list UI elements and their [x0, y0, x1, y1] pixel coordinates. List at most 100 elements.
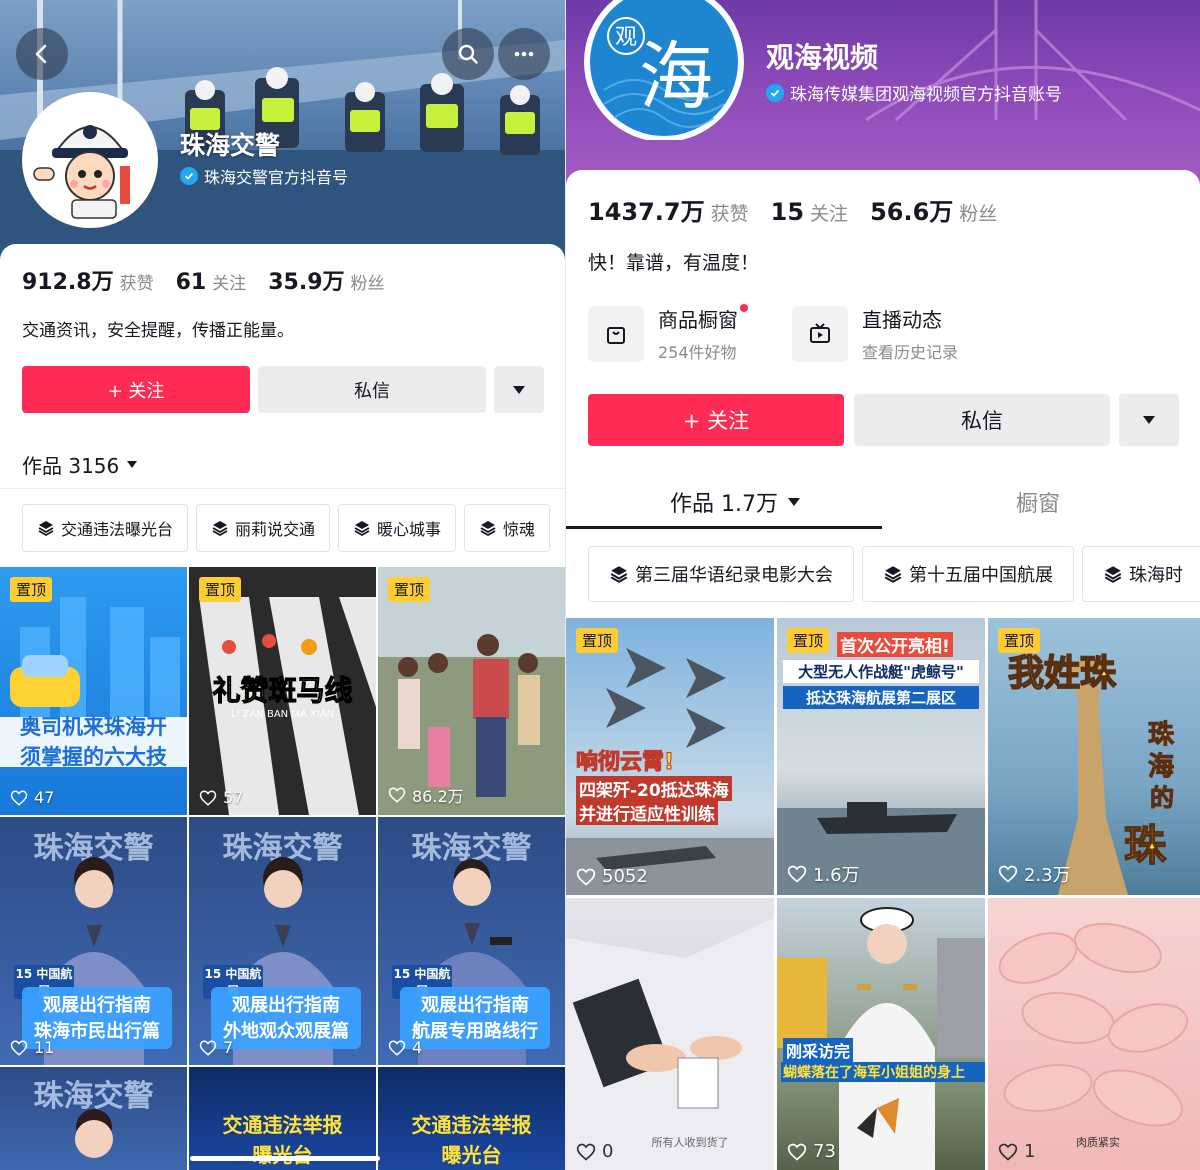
stack-icon	[212, 521, 228, 537]
search-button[interactable]	[442, 28, 494, 80]
heart-icon	[787, 1143, 807, 1161]
tile-title: 礼赞斑马线	[212, 674, 353, 708]
chevron-left-icon	[35, 44, 47, 64]
collection-label: 惊魂	[503, 520, 536, 539]
tile-caption-line: 大型无人作战艇"虎鲸号"	[783, 660, 979, 683]
like-count: 86.2万	[388, 783, 464, 807]
stats-row: 912.8万 获赞 61 关注 35.9万 粉丝	[22, 264, 407, 296]
video-tile[interactable]: 珠海交警 15 中国航展 观展出行指南 外地观众观展篇 7	[189, 817, 376, 1065]
video-tile[interactable]: 我姓珠 珠 海 的 珠 置顶 2.3万	[988, 618, 1200, 895]
more-icon	[514, 51, 534, 57]
navy-officer-photo	[777, 907, 985, 1170]
tile-caption-line: 交通违法举报	[411, 1113, 532, 1137]
like-count: 1	[998, 1141, 1035, 1162]
collections-row: 第三届华语纪录电影大会 第十五届中国航展 珠海时	[588, 546, 1200, 602]
works-tab[interactable]: 作品 3156	[22, 450, 138, 479]
city-car-illustration	[0, 597, 187, 767]
like-count-text: 11	[34, 1038, 55, 1057]
collection-chip[interactable]: 丽莉说交通	[196, 504, 331, 552]
works-label: 作品 3156	[22, 454, 120, 478]
like-count-text: 0	[602, 1141, 614, 1162]
video-tile[interactable]: 所有人收到货了 0	[566, 898, 774, 1170]
tile-caption-line: 曝光台	[252, 1143, 313, 1167]
message-button[interactable]: 私信	[854, 394, 1110, 446]
collection-label: 第三届华语纪录电影大会	[635, 565, 833, 586]
shopping-bag-icon	[588, 305, 644, 362]
video-tile[interactable]: 珠海交警 15 中国航展 观展出行指南 航展专用路线行 4	[378, 817, 565, 1065]
video-tile[interactable]: 珠海交警 15 中国航展 观展出行指南 珠海市民出行篇 11	[0, 817, 187, 1065]
live-history-entry[interactable]: 直播动态 查看历史记录	[792, 304, 958, 363]
likes-count: 1437.7万	[588, 198, 705, 226]
following-label[interactable]: 关注	[212, 269, 246, 294]
collection-chip[interactable]: 暖心城事	[338, 504, 457, 552]
more-options-button[interactable]	[1119, 394, 1179, 446]
heart-icon	[199, 789, 217, 806]
profile-banner: 观 海 观海视频 珠海传媒集团观海视频官方抖音账号	[566, 0, 1200, 190]
video-tile[interactable]: 奥司机来珠海开 须掌握的六大技 置顶 47	[0, 567, 187, 815]
message-button[interactable]: 私信	[258, 366, 486, 413]
tab-shop[interactable]: 橱窗	[1016, 486, 1060, 518]
like-count-text: 47	[34, 788, 55, 807]
likes-count: 912.8万	[22, 270, 114, 295]
following-label[interactable]: 关注	[810, 199, 848, 226]
video-tile[interactable]: 肉质紧实 1	[988, 898, 1200, 1170]
like-count: 47	[10, 788, 54, 807]
tile-caption-line: 观展出行指南	[43, 995, 151, 1016]
avatar[interactable]	[22, 92, 158, 228]
like-count-text: 86.2万	[412, 787, 464, 806]
heart-icon	[998, 865, 1018, 883]
following-count[interactable]: 15	[771, 198, 804, 226]
video-tile[interactable]: 置顶 86.2万	[378, 567, 565, 815]
followers-label[interactable]: 粉丝	[351, 269, 385, 294]
like-count-text: 4	[412, 1038, 423, 1057]
profile-banner: 珠海交警 珠海交警官方抖音号	[0, 0, 565, 260]
heart-icon	[199, 1039, 217, 1056]
tab-works[interactable]: 作品 1.7万	[670, 486, 800, 518]
like-count: 1.6万	[787, 861, 860, 887]
collection-label: 第十五届中国航展	[909, 565, 1053, 586]
tile-caption-line: 肉质紧实	[1076, 1136, 1120, 1149]
video-tile[interactable]: 响彻云霄! 四架歼-20抵达珠海 并进行适应性训练 置顶 5052	[566, 618, 774, 895]
collection-chip[interactable]: 珠海时	[1082, 546, 1200, 602]
collection-chip[interactable]: 交通违法曝光台	[22, 504, 189, 552]
pinned-badge: 置顶	[10, 577, 53, 602]
collection-chip[interactable]: 第十五届中国航展	[862, 546, 1074, 602]
avatar-char-small: 观	[615, 25, 637, 50]
followers-count[interactable]: 35.9万	[268, 264, 344, 296]
followers-count[interactable]: 56.6万	[870, 192, 953, 227]
video-tile[interactable]: 刚采访完 蝴蝶落在了海军小姐姐的身上 73	[777, 898, 985, 1170]
stack-icon	[354, 521, 370, 537]
package-hands-photo	[566, 918, 774, 1170]
video-tile[interactable]: 交通违法举报 曝光台	[189, 1067, 376, 1170]
following-count[interactable]: 61	[176, 270, 207, 295]
tile-caption-line: 的	[1150, 784, 1175, 813]
back-button[interactable]	[16, 28, 68, 80]
collection-chip[interactable]: 惊魂	[464, 504, 551, 552]
video-tile[interactable]: 珠海交警	[0, 1067, 187, 1170]
like-count-text: 1	[1024, 1141, 1036, 1162]
followers-label[interactable]: 粉丝	[959, 199, 997, 226]
search-icon	[458, 44, 478, 64]
collection-label: 交通违法曝光台	[61, 520, 174, 539]
video-tile[interactable]: 交通违法举报 曝光台	[378, 1067, 565, 1170]
video-tile[interactable]: 礼赞斑马线 LI ZAN BAN MA XIAN 置顶 57	[189, 567, 376, 815]
avatar[interactable]: 观 海	[584, 0, 744, 140]
collection-label: 丽莉说交通	[235, 520, 316, 539]
triangle-down-icon	[1143, 416, 1155, 424]
tile-caption-line: 抵达珠海航展第二展区	[783, 686, 979, 709]
more-options-button[interactable]	[494, 366, 544, 413]
heart-icon	[10, 1039, 28, 1056]
shop-window-entry[interactable]: 商品橱窗 254件好物	[588, 304, 748, 363]
follow-button[interactable]: + 关注	[22, 366, 250, 413]
more-button[interactable]	[498, 28, 550, 80]
like-count: 11	[10, 1038, 54, 1057]
video-tile[interactable]: 首次公开亮相! 大型无人作战艇"虎鲸号" 抵达珠海航展第二展区 置顶 1.6万	[777, 618, 985, 895]
pinned-badge: 置顶	[388, 577, 431, 602]
collection-label: 暖心城事	[377, 520, 442, 539]
bio-text: 快！靠谱，有温度！	[588, 252, 760, 274]
collection-chip[interactable]: 第三届华语纪录电影大会	[588, 546, 854, 602]
follow-button[interactable]: + 关注	[588, 394, 844, 446]
tile-caption-line: 曝光台	[441, 1143, 502, 1167]
pinned-badge: 置顶	[787, 628, 830, 653]
police-cartoon-avatar-icon	[26, 96, 154, 224]
